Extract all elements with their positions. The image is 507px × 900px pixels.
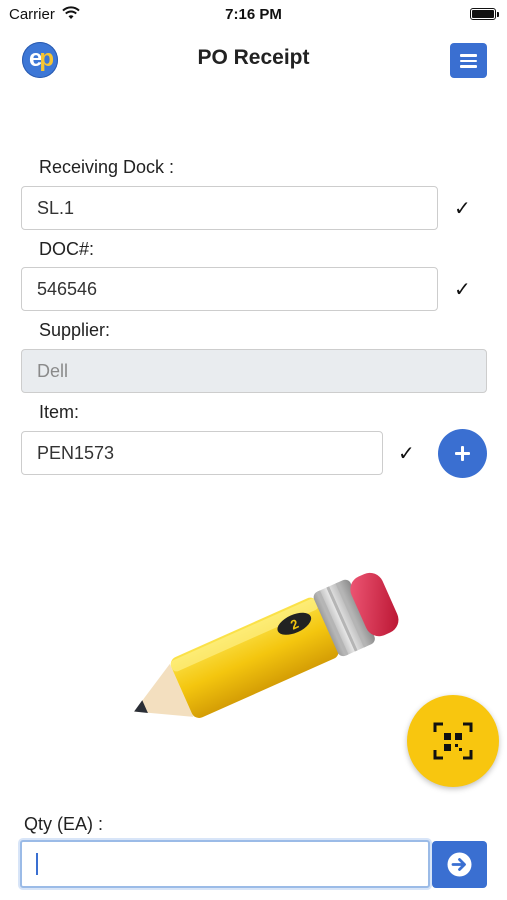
hamburger-icon-bar — [460, 65, 477, 68]
submit-qty-button[interactable] — [432, 841, 487, 888]
receiving-dock-input[interactable]: SL.1 — [21, 186, 438, 230]
receiving-dock-check-icon: ✓ — [454, 198, 471, 220]
text-caret — [36, 853, 38, 875]
item-check-icon: ✓ — [398, 443, 415, 465]
doc-input[interactable]: 546546 — [21, 267, 438, 311]
arrow-right-circle-icon — [447, 852, 472, 877]
page-title: PO Receipt — [197, 46, 310, 69]
qty-label: Qty (EA) : — [24, 814, 104, 834]
item-image: 2 — [134, 572, 399, 718]
item-input[interactable]: PEN1573 — [21, 431, 383, 475]
doc-label: DOC#: — [39, 239, 95, 259]
add-item-button[interactable] — [438, 429, 487, 478]
plus-icon-stroke — [461, 446, 464, 461]
scan-button[interactable] — [407, 695, 499, 787]
status-time: 7:16 PM — [225, 6, 282, 23]
hamburger-icon-bar — [460, 59, 477, 62]
status-bar: Carrier 7:16 PM — [0, 0, 507, 28]
battery-tip — [497, 12, 499, 17]
menu-button[interactable] — [450, 43, 487, 78]
qr-scan-icon — [433, 722, 473, 760]
hamburger-icon — [460, 54, 477, 57]
receiving-dock-label: Receiving Dock : — [39, 157, 175, 177]
qty-input[interactable] — [20, 840, 430, 888]
supplier-input: Dell — [21, 349, 487, 393]
item-label: Item: — [39, 402, 80, 422]
doc-check-icon: ✓ — [454, 279, 471, 301]
supplier-label: Supplier: — [39, 320, 111, 340]
battery-icon — [470, 8, 496, 20]
